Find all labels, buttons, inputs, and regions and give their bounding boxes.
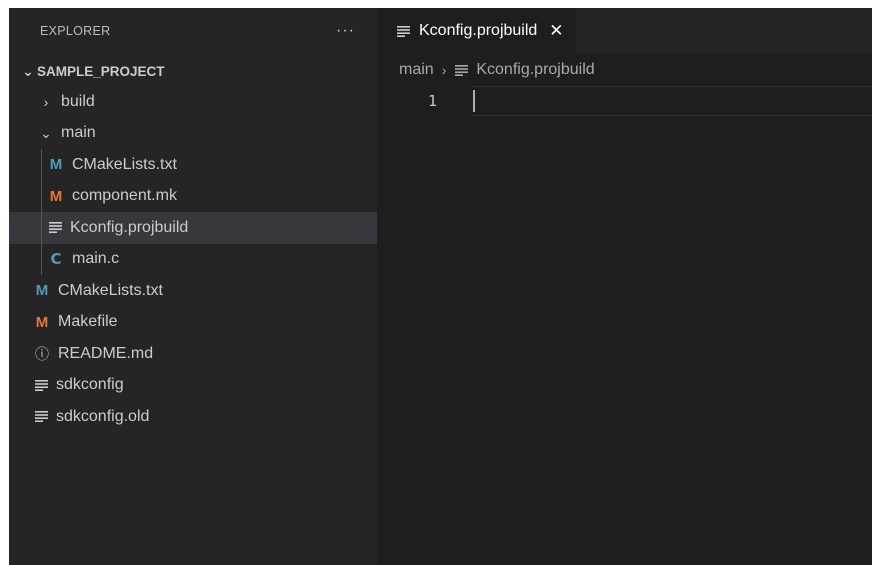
- chevron-right-icon: ›: [43, 93, 49, 110]
- tree-item-makefile[interactable]: M Makefile: [9, 307, 377, 339]
- chevron-right-icon: ›: [441, 62, 447, 78]
- text-lines-icon: [35, 411, 49, 423]
- tree-item-build[interactable]: › build: [9, 86, 377, 118]
- tree-item-main-cmakelists[interactable]: M CMakeLists.txt: [9, 149, 377, 181]
- tree-item-component-mk[interactable]: M component.mk: [9, 180, 377, 212]
- chevron-down-icon: ⌄: [22, 62, 34, 79]
- breadcrumb: main › Kconfig.projbuild: [377, 54, 872, 86]
- indent-guide: [41, 243, 42, 275]
- tree-item-root-cmakelists[interactable]: M CMakeLists.txt: [9, 275, 377, 307]
- tab-label: Kconfig.projbuild: [419, 22, 538, 39]
- tree-item-main-c[interactable]: C main.c: [9, 243, 377, 275]
- tree-item-label: sdkconfig.old: [56, 407, 150, 425]
- explorer-sidebar: EXPLORER ··· ⌄ SAMPLE_PROJECT › build ⌄ …: [9, 8, 377, 565]
- tree-item-label: main: [61, 124, 96, 142]
- file-tree: › build ⌄ main M CMakeLists.txt M compon…: [9, 86, 377, 433]
- code-line[interactable]: 1: [377, 86, 872, 116]
- chevron-down-icon: ⌄: [40, 124, 52, 141]
- breadcrumb-file[interactable]: Kconfig.projbuild: [476, 61, 594, 79]
- tree-item-label: Makefile: [58, 313, 118, 331]
- text-lines-icon: [397, 25, 411, 37]
- vscode-window: EXPLORER ··· ⌄ SAMPLE_PROJECT › build ⌄ …: [9, 8, 872, 565]
- cmake-file-icon: M: [49, 156, 63, 174]
- explorer-header: EXPLORER ···: [9, 8, 377, 54]
- tab-kconfig-projbuild[interactable]: Kconfig.projbuild ✕: [377, 8, 576, 54]
- text-lines-icon: [455, 64, 469, 76]
- text-lines-icon: [49, 222, 63, 234]
- tree-item-label: CMakeLists.txt: [72, 155, 177, 173]
- tree-item-kconfig-projbuild[interactable]: Kconfig.projbuild: [9, 212, 377, 244]
- tree-item-readme[interactable]: ⓘ README.md: [9, 338, 377, 370]
- tree-item-main[interactable]: ⌄ main: [9, 118, 377, 150]
- indent-guide: [41, 212, 42, 244]
- tree-item-label: sdkconfig: [56, 376, 124, 394]
- tree-item-sdkconfig-old[interactable]: sdkconfig.old: [9, 401, 377, 433]
- breadcrumb-folder[interactable]: main: [399, 61, 434, 79]
- tree-item-label: main.c: [72, 250, 120, 268]
- tree-item-label: component.mk: [72, 187, 177, 205]
- project-name: SAMPLE_PROJECT: [37, 63, 165, 79]
- indent-guide: [41, 180, 42, 212]
- makefile-icon: M: [35, 313, 49, 331]
- explorer-title: EXPLORER: [40, 24, 111, 38]
- tree-item-label: build: [61, 92, 95, 110]
- indent-guide: [41, 149, 42, 181]
- text-lines-icon: [35, 379, 49, 391]
- tab-bar: Kconfig.projbuild ✕: [377, 8, 872, 54]
- more-actions-icon[interactable]: ···: [336, 22, 355, 40]
- tree-item-label: CMakeLists.txt: [58, 281, 163, 299]
- info-icon: ⓘ: [35, 345, 49, 362]
- line-number: 1: [427, 92, 437, 110]
- text-cursor: [473, 90, 475, 112]
- project-folder[interactable]: ⌄ SAMPLE_PROJECT: [9, 56, 377, 86]
- close-icon[interactable]: ✕: [549, 21, 563, 41]
- tree-item-label: Kconfig.projbuild: [70, 218, 189, 236]
- editor-area: Kconfig.projbuild ✕ main › Kconfig.projb…: [377, 8, 872, 565]
- makefile-icon: M: [49, 187, 63, 205]
- cmake-file-icon: M: [35, 282, 49, 300]
- current-line-highlight: [471, 86, 872, 116]
- tree-item-label: README.md: [58, 344, 154, 362]
- tree-item-sdkconfig[interactable]: sdkconfig: [9, 370, 377, 402]
- c-file-icon: C: [50, 250, 62, 269]
